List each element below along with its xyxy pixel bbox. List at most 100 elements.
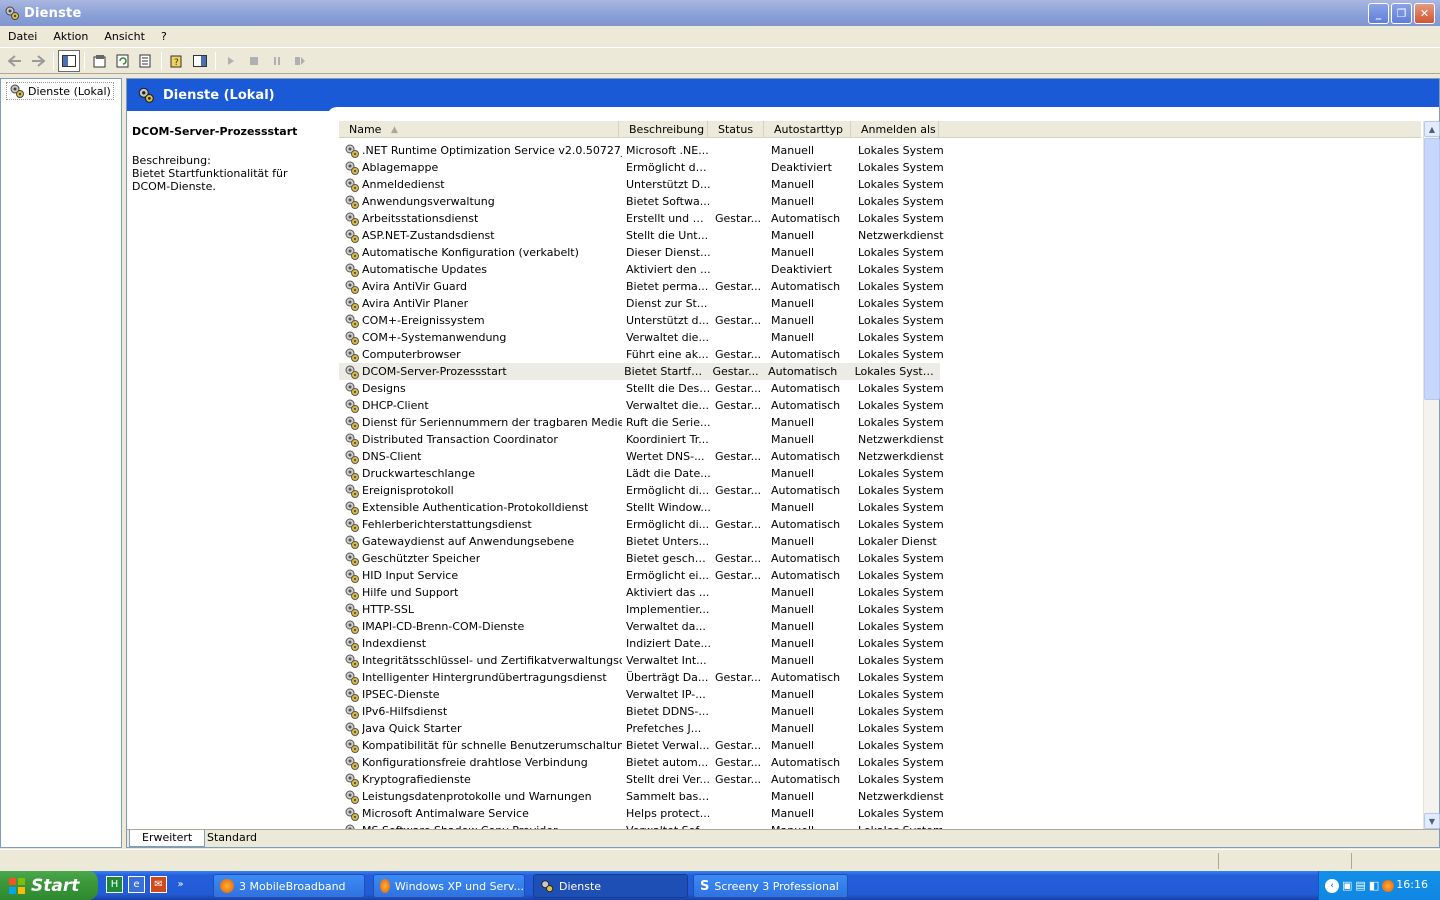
table-row[interactable]: Extensible Authentication-Protokolldiens… [339, 499, 1421, 516]
menu-help[interactable]: ? [153, 30, 175, 43]
menu-datei[interactable]: Datei [0, 30, 45, 43]
table-row[interactable]: Kompatibilität für schnelle Benutzerumsc… [339, 737, 1421, 754]
task-dienste[interactable]: Dienste [533, 874, 688, 898]
table-row[interactable]: Arbeitsstationsdienst Erstellt und w... Ge… [339, 210, 1421, 227]
service-name-cell: Avira AntiVir Guard [339, 279, 622, 295]
table-row[interactable]: IPSEC-Dienste Verwaltet IP-... Manuell Loka… [339, 686, 1421, 703]
action-pane-icon [193, 54, 207, 67]
help-button[interactable]: ? [166, 50, 188, 72]
service-cell-anmelden-als: Lokales System [858, 739, 944, 752]
minimize-button[interactable]: _ [1368, 3, 1389, 24]
tab-standard[interactable]: Standard [195, 830, 269, 847]
table-row[interactable]: Fehlerberichterstattungsdienst Ermöglicht… [339, 516, 1421, 533]
table-row[interactable]: Avira AntiVir Planer Dienst zur St... Manu… [339, 295, 1421, 312]
service-name-cell: Intelligenter Hintergrundübertragungsdie… [339, 670, 622, 686]
table-row[interactable]: Kryptografiedienste Stellt drei Ver... Ges… [339, 771, 1421, 788]
volume-icon[interactable]: ▤ [1355, 879, 1365, 892]
quicklaunch-browser-icon[interactable]: e [128, 876, 145, 893]
service-cell-beschreibung: Ermöglicht di... [626, 484, 710, 497]
menu-aktion[interactable]: Aktion [45, 30, 96, 43]
column-autostarttyp[interactable]: Autostarttyp [764, 121, 851, 138]
firefox-tray-icon[interactable] [1382, 879, 1395, 892]
table-row[interactable]: DHCP-Client Verwaltet die... Gestar... Auto… [339, 397, 1421, 414]
table-row[interactable]: HTTP-SSL Implementier... Manuell Lokales Sy… [339, 601, 1421, 618]
table-row[interactable]: Geschützter Speicher Bietet geschü... Gest… [339, 550, 1421, 567]
start-service-button[interactable] [220, 50, 242, 72]
table-row[interactable]: Hilfe und Support Aktiviert das ... Manuel… [339, 584, 1421, 601]
show-hide-tree-button[interactable] [58, 49, 80, 72]
table-row[interactable]: IPv6-Hilfsdienst Bietet DDNS-... Manuell Lo… [339, 703, 1421, 720]
table-row[interactable]: Automatische Konfiguration (verkabelt) Di… [339, 244, 1421, 261]
service-cell-beschreibung: Ermöglicht de... [626, 161, 711, 174]
stop-service-button[interactable] [243, 50, 265, 72]
table-row[interactable]: Java Quick Starter Prefetches J... Manuell… [339, 720, 1421, 737]
service-cell-beschreibung: Führt eine ak... [626, 348, 709, 361]
restart-service-button[interactable] [289, 50, 311, 72]
service-name-cell: Ablagemappe [339, 160, 622, 176]
table-row[interactable]: IMAPI-CD-Brenn-COM-Dienste Verwaltet da..… [339, 618, 1421, 635]
export-list-button[interactable] [135, 50, 157, 72]
table-row[interactable]: Konfigurationsfreie drahtlose Verbindung… [339, 754, 1421, 771]
table-row[interactable]: HID Input Service Ermöglicht ei... Gestar.… [339, 567, 1421, 584]
restore-button[interactable]: ❐ [1391, 3, 1412, 24]
table-row[interactable]: Intelligenter Hintergrundübertragungsdie… [339, 669, 1421, 686]
table-row[interactable]: COM+-Systemanwendung Verwaltet die... Manu… [339, 329, 1421, 346]
scroll-thumb[interactable] [1424, 138, 1440, 400]
close-button[interactable]: ✕ [1414, 3, 1435, 24]
pause-service-button[interactable] [266, 50, 288, 72]
column-beschreibung[interactable]: Beschreibung [619, 121, 708, 138]
properties-button[interactable] [89, 50, 111, 72]
table-row[interactable]: Distributed Transaction Coordinator Koord… [339, 431, 1421, 448]
table-row[interactable]: .NET Runtime Optimization Service v2.0.5… [339, 142, 1421, 159]
task-windows-xp[interactable]: Windows XP und Serv... [373, 874, 525, 898]
menu-ansicht[interactable]: Ansicht [96, 30, 153, 43]
forward-button[interactable] [27, 50, 49, 72]
column-name[interactable]: Name ▲ [339, 121, 619, 138]
action-pane-button[interactable] [189, 50, 211, 72]
column-anmelden-als[interactable]: Anmelden als [851, 121, 939, 138]
table-row[interactable]: COM+-Ereignissystem Unterstützt d... Gesta… [339, 312, 1421, 329]
table-row[interactable]: Integritätsschlüssel- und Zertifikatverw… [339, 652, 1421, 669]
network-icon[interactable]: ▣ [1342, 879, 1352, 892]
tray-expand-icon[interactable]: ‹ [1325, 878, 1339, 893]
table-row[interactable]: Computerbrowser Führt eine ak... Gestar...… [339, 346, 1421, 363]
task-screeny[interactable]: S Screeny 3 Professional [693, 874, 848, 898]
table-row[interactable]: MS Software Shadow Copy ProviderVerwalte… [339, 822, 1421, 829]
table-row[interactable]: Anmeldedienst Unterstützt D... Manuell Loka… [339, 176, 1421, 193]
tree-item-dienste-lokal[interactable]: Dienste (Lokal) [6, 82, 114, 100]
refresh-button[interactable] [112, 50, 134, 72]
quicklaunch-app-icon[interactable]: H [106, 876, 123, 893]
back-button[interactable] [4, 50, 26, 72]
scroll-down-button[interactable]: ▼ [1424, 813, 1440, 829]
scroll-up-button[interactable]: ▲ [1424, 121, 1440, 137]
quicklaunch-expand-icon[interactable]: » [172, 876, 189, 893]
table-row[interactable]: Ablagemappe Ermöglicht de... Deaktiviert Lo… [339, 159, 1421, 176]
antivir-icon[interactable]: ◧ [1369, 879, 1379, 892]
service-cell-beschreibung: Microsoft .NE... [626, 144, 709, 157]
table-row[interactable]: Microsoft Antimalware Service Helps prote… [339, 805, 1421, 822]
table-row[interactable]: Ereignisprotokoll Ermöglicht di... Gestar.… [339, 482, 1421, 499]
table-row[interactable]: Druckwarteschlange Lädt die Date... Manuel… [339, 465, 1421, 482]
table-row[interactable]: Automatische Updates Aktiviert den ... Dea… [339, 261, 1421, 278]
table-row[interactable]: Designs Stellt die Desi... Gestar... Automa… [339, 380, 1421, 397]
table-row[interactable]: ASP.NET-Zustandsdienst Stellt die Unt... M… [339, 227, 1421, 244]
start-button[interactable]: Start [0, 871, 98, 900]
service-name-cell: Fehlerberichterstattungsdienst [339, 517, 622, 533]
tab-erweitert[interactable]: Erweitert [129, 830, 206, 847]
task-mobilebroadband[interactable]: 3 MobileBroadband [213, 874, 365, 898]
firefox-icon [380, 879, 390, 893]
quicklaunch-mail-icon[interactable]: ✉ [150, 876, 167, 893]
table-row[interactable]: Leistungsdatenprotokolle und Warnungen Sa… [339, 788, 1421, 805]
column-status[interactable]: Status [708, 121, 764, 138]
table-row[interactable]: Anwendungsverwaltung Bietet Softwa... Manu… [339, 193, 1421, 210]
table-row[interactable]: Indexdienst Indiziert Date... Manuell Lokal… [339, 635, 1421, 652]
table-row[interactable]: DNS-Client Wertet DNS-... Gestar... Automat… [339, 448, 1421, 465]
service-cell-beschreibung: Stellt Window... [626, 501, 711, 514]
service-cell-autostarttyp: Automatisch [771, 756, 841, 769]
table-row[interactable]: Avira AntiVir Guard Bietet perma... Gestar… [339, 278, 1421, 295]
vertical-scrollbar[interactable]: ▲ ▼ [1423, 121, 1440, 829]
service-cell-anmelden-als: Lokales System [858, 297, 944, 310]
table-row[interactable]: Gatewaydienst auf Anwendungsebene Bietet … [339, 533, 1421, 550]
table-row[interactable]: DCOM-Server-Prozessstart Bietet Startfu..… [339, 363, 940, 380]
table-row[interactable]: Dienst für Seriennummern der tragbaren M… [339, 414, 1421, 431]
